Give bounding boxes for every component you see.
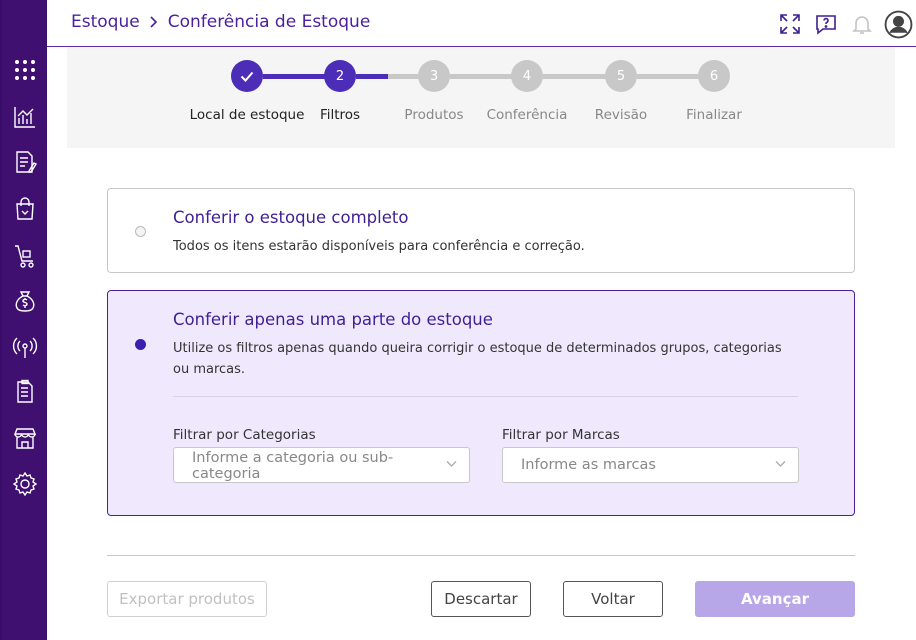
step-5: 5 [605,60,637,92]
step-1-done[interactable] [231,60,263,92]
radio-partial-stock[interactable] [135,339,146,350]
option-partial-description-1: Utilize os filtros apenas quando queira … [173,341,782,356]
next-button[interactable]: Avançar [695,581,855,617]
step-5-label: Revisão [594,107,648,123]
step-1-label: Local de estoque [189,107,305,123]
sidebar [0,0,47,640]
step-4-label: Conferência [486,107,568,123]
chevron-down-icon [446,461,457,467]
option-partial-title: Conferir apenas uma parte do estoque [173,310,493,329]
bell-icon[interactable] [844,12,880,36]
report-icon[interactable] [11,378,39,406]
brands-select[interactable]: Informe as marcas [502,447,799,483]
chevron-right-icon [149,15,159,29]
step-3: 3 [418,60,450,92]
breadcrumb: Estoque Conferência de Estoque [71,12,370,32]
categories-filter-label: Filtrar por Categorias [173,427,316,443]
step-2-label: Filtros [319,107,361,123]
step-6-label: Finalizar [686,107,742,123]
breadcrumb-current: Conferência de Estoque [167,12,371,32]
apps-grid-icon[interactable] [11,56,39,84]
categories-placeholder-2: categoria [192,466,261,482]
export-products-button[interactable]: Exportar produtos [107,581,267,617]
chevron-down-icon [775,461,786,467]
brands-filter-label: Filtrar por Marcas [502,427,620,443]
broadcast-icon[interactable] [11,333,39,361]
option-full-description: Todos os itens estarão disponíveis para … [173,239,585,254]
top-header: Estoque Conferência de Estoque [47,0,916,47]
option-partial-stock[interactable]: Conferir apenas uma parte do estoque Uti… [107,290,855,516]
back-button[interactable]: Voltar [563,581,663,617]
brands-placeholder: Informe as marcas [521,457,656,473]
option-partial-description-2: ou marcas. [173,362,246,377]
money-bag-icon[interactable] [11,287,39,315]
chart-icon[interactable] [11,103,39,131]
check-icon [240,71,254,82]
step-6: 6 [698,60,730,92]
filters-divider [173,396,798,397]
conference-page: 2 3 4 5 6 Local de estoque Filtros Produ… [67,47,895,640]
help-chat-icon[interactable] [808,12,844,36]
categories-select[interactable]: Informe a categoria ou sub- categoria [173,447,470,483]
sidebar-panel [2,0,47,640]
step-3-label: Produtos [404,107,464,123]
radio-full-stock[interactable] [135,226,146,237]
cart-icon[interactable] [11,242,39,270]
step-4: 4 [511,60,543,92]
user-avatar-icon[interactable] [880,10,916,39]
breadcrumb-parent-link[interactable]: Estoque [71,12,140,32]
header-actions [772,8,916,40]
shopping-bag-icon[interactable] [11,195,39,223]
document-edit-icon[interactable] [11,148,39,176]
step-2-active[interactable]: 2 [324,60,356,92]
step-connector-2a [356,74,388,79]
categories-placeholder-1: Informe a categoria ou sub- [192,450,394,466]
store-icon[interactable] [11,424,39,452]
option-full-stock[interactable]: Conferir o estoque completo Todos os ite… [107,188,855,273]
option-full-title: Conferir o estoque completo [173,208,409,227]
discard-button[interactable]: Descartar [431,581,531,617]
expand-icon[interactable] [772,12,808,36]
stepper: 2 3 4 5 6 Local de estoque Filtros Produ… [67,47,895,148]
settings-icon[interactable] [11,470,39,498]
footer-divider [107,555,855,556]
